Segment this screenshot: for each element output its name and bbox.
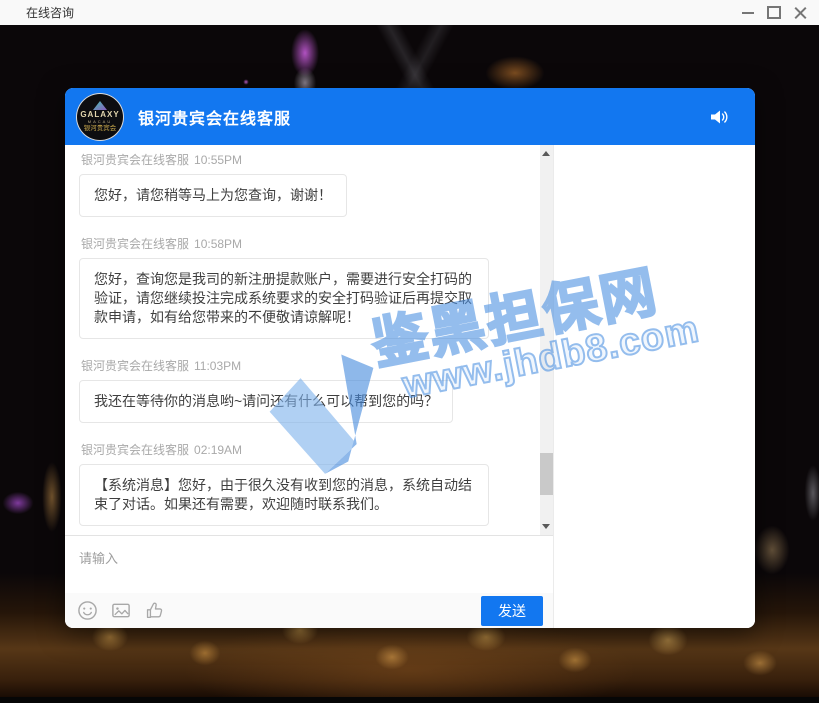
input-toolbar: 发送 — [65, 593, 553, 628]
picture-icon — [110, 600, 132, 621]
logo-text-macau: MACAU — [88, 120, 112, 124]
sound-toggle-button[interactable] — [709, 108, 729, 126]
close-icon — [794, 6, 807, 19]
message-group: 银河贵宾会在线客服 11:03PM 我还在等待你的消息哟~请问还有什么可以帮到您的… — [79, 357, 519, 423]
send-button[interactable]: 发送 — [481, 596, 543, 626]
message-sender: 银河贵宾会在线客服 — [81, 237, 189, 251]
message-group: 银河贵宾会在线客服 10:55PM 您好，请您稍等马上为您查询，谢谢！ — [79, 151, 519, 217]
scroll-up-icon[interactable] — [542, 151, 550, 156]
chat-widget: GALAXY MACAU 银河贵宾会 银河贵宾会在线客服 银河贵宾会在线客服1 — [65, 88, 755, 628]
bottom-black-strip — [0, 697, 819, 703]
message-input[interactable] — [65, 536, 553, 593]
maximize-button[interactable] — [761, 2, 787, 24]
logo-text-galaxy: GALAXY — [80, 111, 119, 119]
message-time: 10:58PM — [194, 237, 242, 251]
maximize-icon — [767, 6, 781, 19]
chat-header: GALAXY MACAU 银河贵宾会 银河贵宾会在线客服 — [65, 88, 755, 145]
emoji-button[interactable] — [77, 600, 98, 621]
message-bubble: 您好，查询您是我司的新注册提款账户，需要进行安全打码的验证，请您继续投注完成系统… — [79, 258, 489, 339]
message-bubble: 【系统消息】您好，由于很久没有收到您的消息，系统自动结束了对话。如果还有需要，欢… — [79, 464, 489, 526]
message-scrollbar[interactable] — [540, 145, 553, 535]
message-meta: 银河贵宾会在线客服 10:55PM — [81, 151, 519, 168]
scroll-down-icon[interactable] — [542, 524, 550, 529]
minimize-button[interactable] — [735, 2, 761, 24]
window-titlebar: 在线咨询 — [0, 0, 819, 25]
panel-right-blank — [553, 145, 755, 628]
speaker-icon — [709, 108, 729, 126]
message-sender: 银河贵宾会在线客服 — [81, 359, 189, 373]
minimize-icon — [742, 12, 754, 14]
message-meta: 银河贵宾会在线客服 02:19AM — [81, 441, 519, 458]
thumbs-up-icon — [144, 600, 166, 621]
like-button[interactable] — [144, 600, 166, 621]
chat-column: 银河贵宾会在线客服 10:55PM 您好，请您稍等马上为您查询，谢谢！ 银河贵宾会… — [65, 145, 553, 628]
message-group: 银河贵宾会在线客服 10:58PM 您好，查询您是我司的新注册提款账户，需要进行安… — [79, 235, 519, 339]
message-list: 银河贵宾会在线客服 10:55PM 您好，请您稍等马上为您查询，谢谢！ 银河贵宾会… — [65, 145, 553, 535]
message-group: 银河贵宾会在线客服 02:19AM 【系统消息】您好，由于很久没有收到您的消息，系… — [79, 441, 519, 526]
message-time: 10:55PM — [194, 153, 242, 167]
smiley-icon — [77, 600, 98, 621]
message-meta: 银河贵宾会在线客服 11:03PM — [81, 357, 519, 374]
app-window: 在线咨询 GALAXY MACAU 银河贵宾会 银河贵宾会在线客服 — [0, 0, 819, 703]
image-upload-button[interactable] — [110, 600, 132, 621]
input-area: 发送 — [65, 535, 553, 628]
message-meta: 银河贵宾会在线客服 10:58PM — [81, 235, 519, 252]
galaxy-logo: GALAXY MACAU 银河贵宾会 — [76, 93, 124, 141]
logo-peak-icon — [93, 101, 107, 110]
window-title: 在线咨询 — [26, 4, 74, 21]
message-sender: 银河贵宾会在线客服 — [81, 153, 189, 167]
window-controls — [735, 0, 813, 25]
message-time: 11:03PM — [194, 359, 241, 373]
chat-body: 银河贵宾会在线客服 10:55PM 您好，请您稍等马上为您查询，谢谢！ 银河贵宾会… — [65, 145, 755, 628]
logo-text-cn: 银河贵宾会 — [84, 126, 117, 133]
chat-title: 银河贵宾会在线客服 — [138, 105, 291, 129]
message-time: 02:19AM — [194, 443, 242, 457]
message-bubble: 您好，请您稍等马上为您查询，谢谢！ — [79, 174, 347, 217]
close-button[interactable] — [787, 2, 813, 24]
message-bubble: 我还在等待你的消息哟~请问还有什么可以帮到您的吗？ — [79, 380, 453, 423]
scrollbar-thumb[interactable] — [540, 453, 553, 495]
message-sender: 银河贵宾会在线客服 — [81, 443, 189, 457]
